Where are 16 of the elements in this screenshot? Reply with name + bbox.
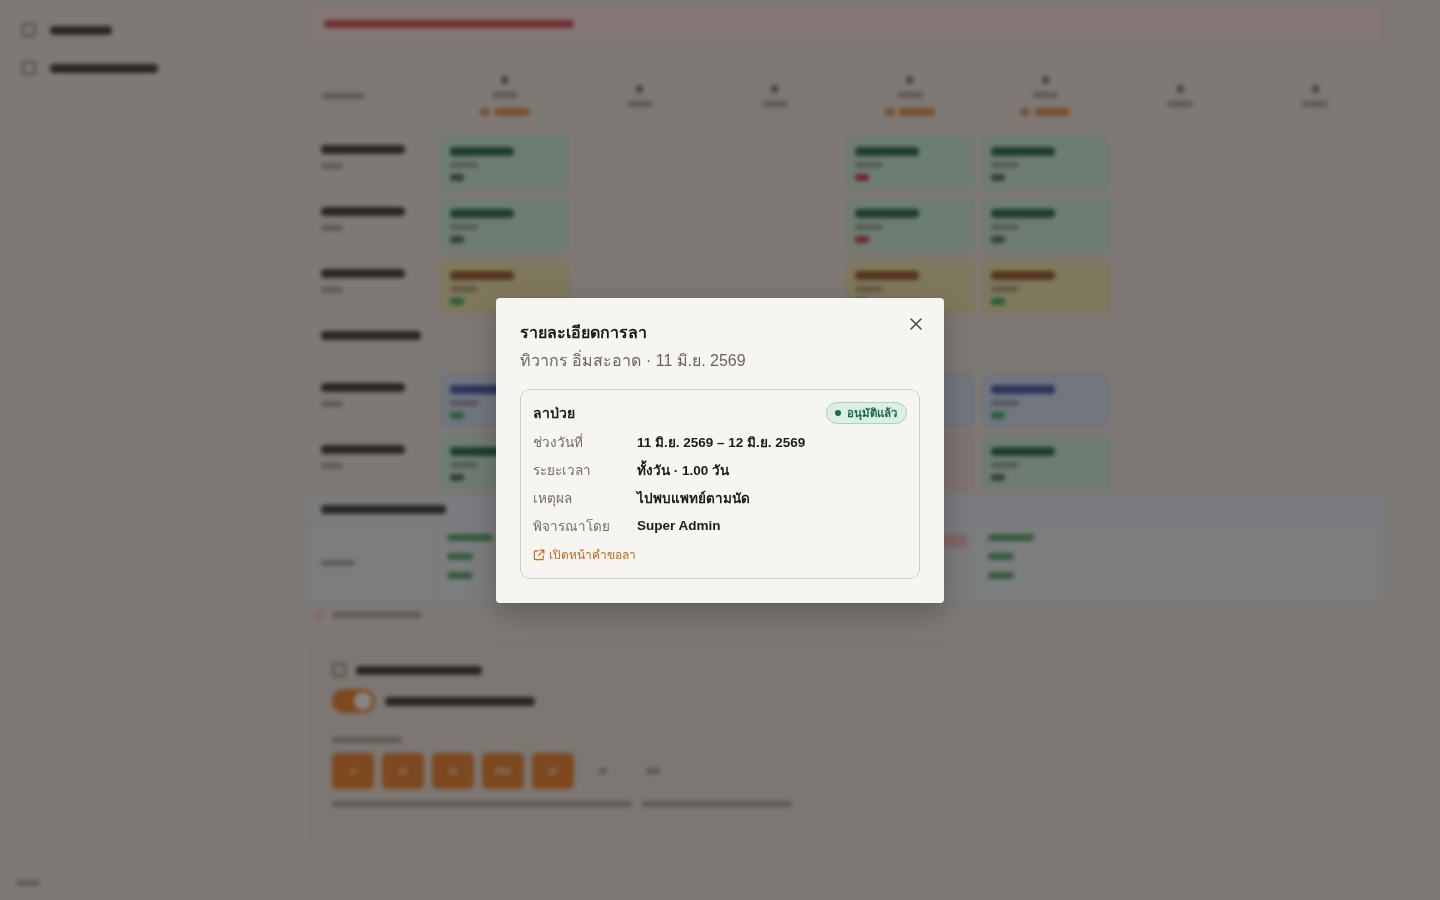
detail-label: พิจารณาโดย	[533, 517, 611, 536]
dialog-subtitle: ทิวากร อิ่มสะอาด · 11 มิ.ย. 2569	[520, 349, 747, 371]
detail-value: ไปพบแพทย์ตามนัด	[637, 489, 751, 508]
external-link-icon	[533, 548, 545, 561]
detail-value: 11 มิ.ย. 2569 – 12 มิ.ย. 2569	[637, 433, 807, 452]
detail-label: ระยะเวลา	[533, 461, 592, 480]
detail-value: ทั้งวัน · 1.00 วัน	[637, 459, 731, 480]
detail-value: Super Admin	[637, 518, 722, 533]
status-badge: อนุมัติแล้ว	[826, 401, 907, 424]
status-dot-icon	[835, 409, 841, 416]
open-leave-request-link[interactable]: เปิดหน้าคำขอลา	[533, 545, 636, 564]
dialog-title: รายละเอียดการลา	[520, 322, 647, 343]
detail-label: เหตุผล	[533, 489, 573, 509]
leave-type-title: ลาป่วย	[533, 403, 575, 423]
close-icon	[910, 317, 922, 330]
detail-label: ช่วงวันที่	[533, 432, 584, 452]
